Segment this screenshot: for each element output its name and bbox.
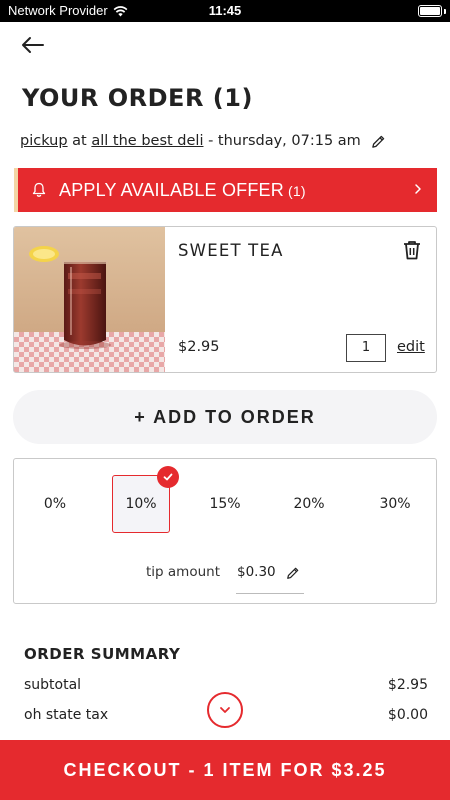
tip-option-15[interactable]: 15% (196, 475, 254, 533)
add-to-order-button[interactable]: + ADD TO ORDER (13, 390, 437, 444)
status-bar: Network Provider 11:45 (0, 0, 450, 22)
tip-option-20[interactable]: 20% (280, 475, 338, 533)
quantity-field[interactable]: 1 (346, 334, 386, 362)
expand-summary-button[interactable] (207, 692, 243, 728)
tip-option-0[interactable]: 0% (26, 475, 84, 533)
back-arrow-icon (22, 37, 44, 53)
chevron-right-icon (415, 184, 421, 194)
bell-icon (32, 182, 46, 197)
pickup-location-link[interactable]: all the best deli (91, 133, 203, 149)
summary-value: $0.00 (387, 707, 428, 723)
delete-item-button[interactable] (401, 239, 423, 261)
order-summary-title: ORDER SUMMARY (24, 645, 181, 663)
pickup-mode-link[interactable]: pickup (20, 133, 68, 149)
checkmark-icon (157, 466, 179, 488)
tip-option-30[interactable]: 30% (366, 475, 424, 533)
item-name: SWEET TEA (178, 241, 284, 260)
pickup-datetime: - thursday, 07:15 am (203, 133, 361, 149)
tip-amount-row: tip amount $0.30 (14, 563, 436, 593)
pencil-icon[interactable] (286, 566, 300, 580)
summary-label: subtotal (24, 677, 82, 693)
tip-amount-value[interactable]: $0.30 (237, 564, 276, 580)
pencil-icon[interactable] (371, 134, 386, 149)
pickup-details: pickup at all the best deli - thursday, … (20, 133, 386, 149)
summary-value: $2.95 (387, 677, 428, 693)
tip-option-10-selected[interactable]: 10% (112, 466, 179, 533)
back-button[interactable] (18, 34, 48, 56)
page-title: YOUR ORDER (1) (22, 84, 253, 112)
item-image (14, 227, 165, 372)
summary-row-subtotal: subtotal $2.95 (24, 677, 428, 693)
iced-tea-glass-photo (14, 227, 165, 372)
tip-amount-underline (236, 593, 304, 594)
item-price: $2.95 (178, 339, 220, 355)
pickup-at-word: at (72, 133, 87, 149)
chevron-down-icon (220, 707, 230, 713)
order-item-card: SWEET TEA $2.95 1 edit (13, 226, 437, 373)
tip-amount-label: tip amount (146, 564, 220, 580)
checkout-button[interactable]: CHECKOUT - 1 ITEM FOR $3.25 (0, 740, 450, 800)
battery-tip (444, 9, 446, 14)
summary-label: oh state tax (24, 707, 109, 723)
battery-icon (418, 5, 442, 17)
edit-item-link[interactable]: edit (397, 339, 425, 355)
apply-offer-button[interactable]: APPLY AVAILABLE OFFER (1) (14, 168, 437, 212)
offer-label: APPLY AVAILABLE OFFER (1) (59, 179, 306, 200)
battery-fill (420, 7, 440, 15)
offer-count: (1) (287, 182, 306, 199)
tip-option-label: 10% (125, 496, 157, 512)
status-time: 11:45 (208, 3, 242, 18)
trash-icon (404, 241, 420, 260)
tip-selector: 0% 10% 15% 20% 30% tip amount $0.30 (13, 458, 437, 604)
